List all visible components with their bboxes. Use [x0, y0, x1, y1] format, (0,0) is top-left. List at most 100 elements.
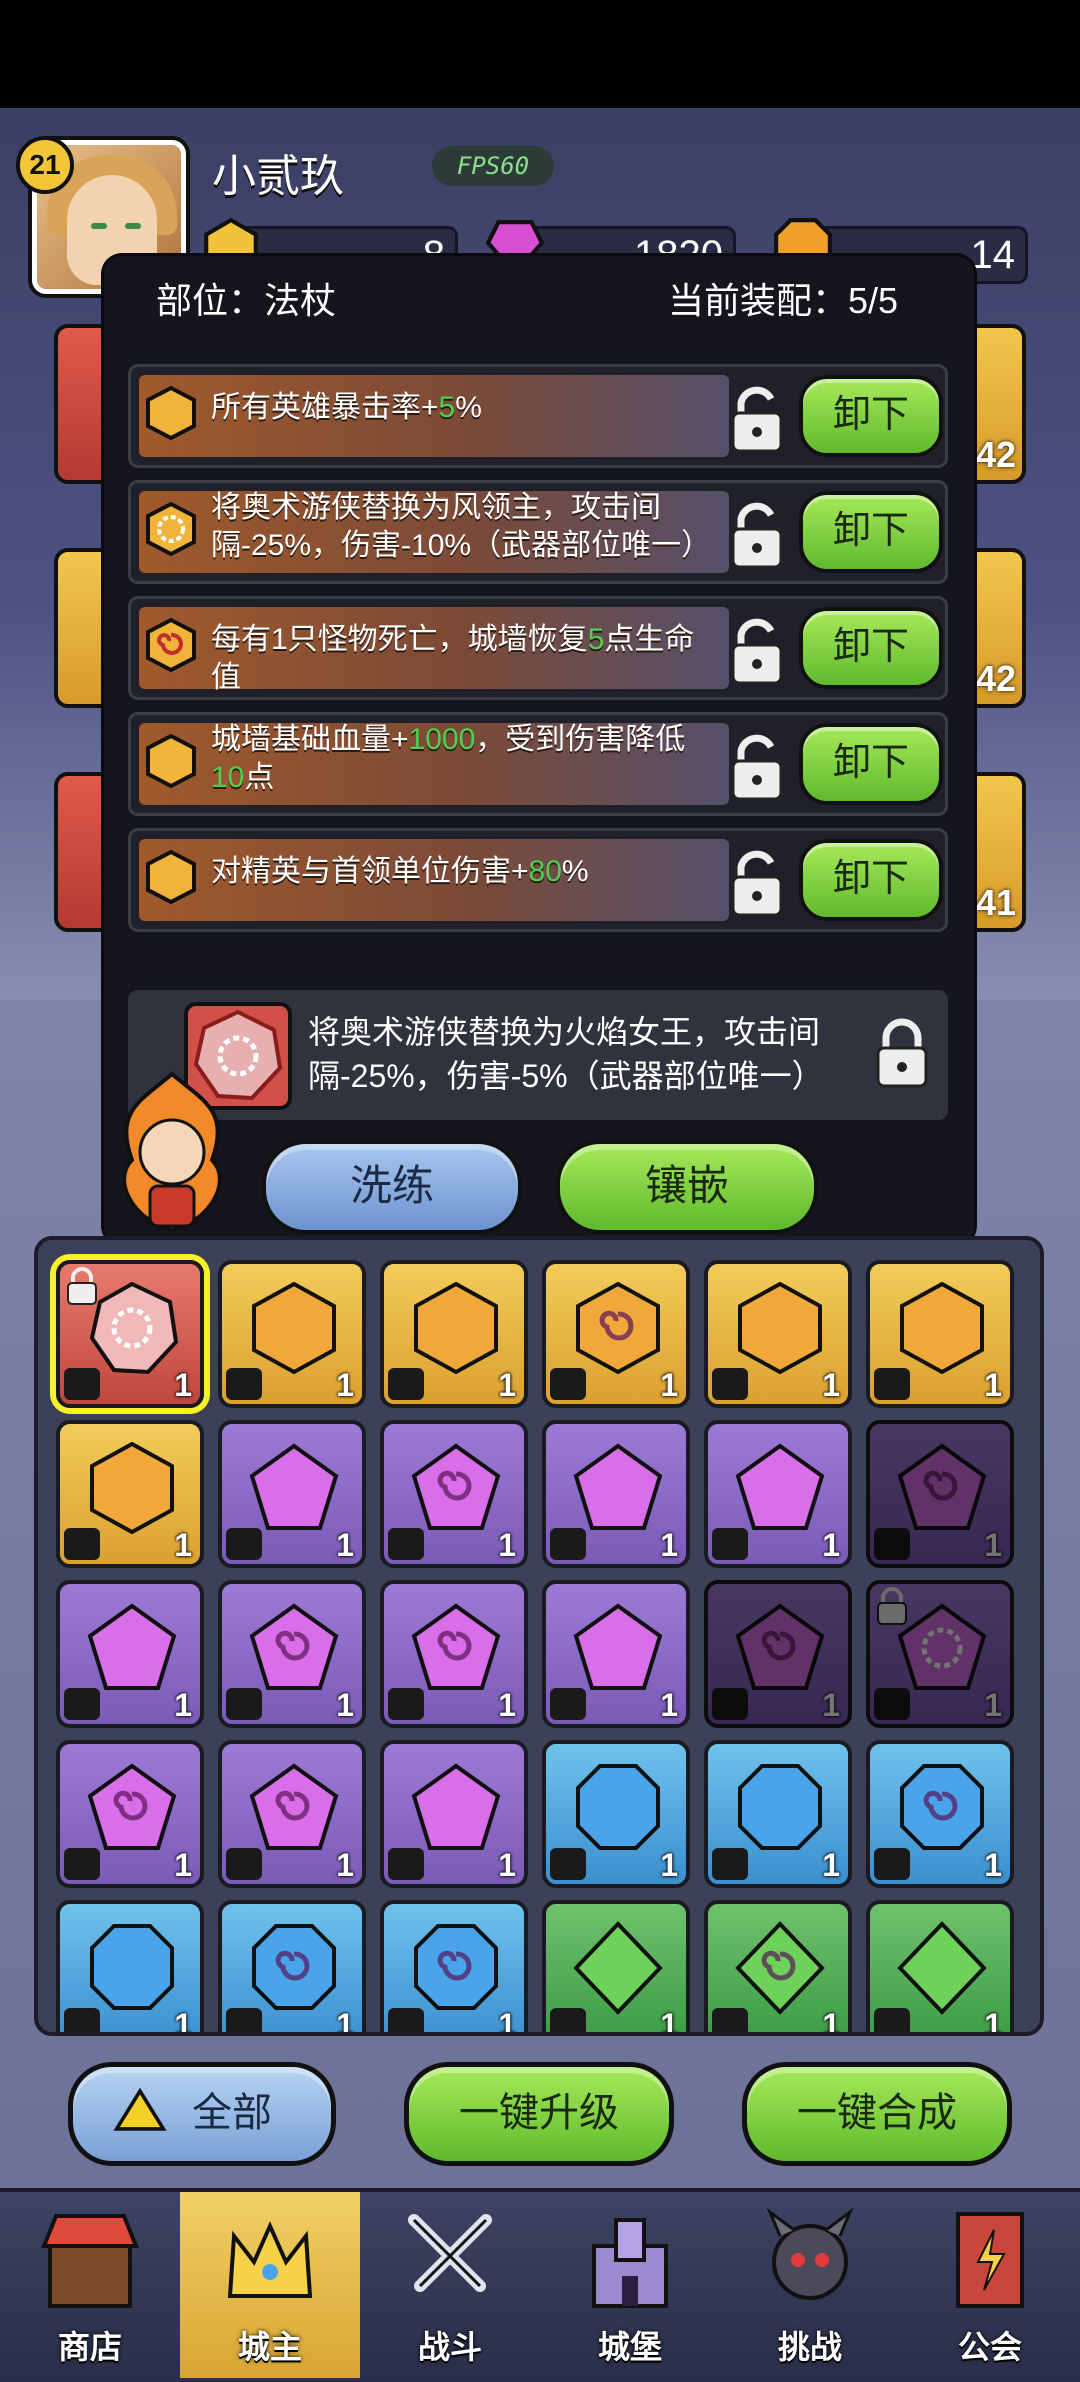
castle-icon — [592, 2218, 668, 2308]
nav-item-shop[interactable]: 商店 — [0, 2192, 180, 2378]
equipment-type-icon — [388, 1528, 424, 1560]
lock-icon — [877, 1587, 907, 1625]
gem-icon — [900, 1281, 984, 1375]
inventory-gem-cell[interactable]: 1 — [542, 1580, 690, 1728]
inventory-gem-cell[interactable]: 1 — [704, 1580, 852, 1728]
inventory-gem-cell[interactable]: 1 — [380, 1900, 528, 2032]
equipment-type-icon — [64, 1528, 100, 1560]
gem-icon — [738, 1764, 822, 1850]
inventory-gem-cell[interactable]: 1 — [56, 1900, 204, 2036]
affix-text: 对精英与首领单位伤害+80% — [211, 855, 589, 888]
equipment-type-icon — [874, 1848, 910, 1880]
nav-item-swords[interactable]: 战斗 — [360, 2192, 540, 2378]
unlock-icon[interactable] — [725, 499, 789, 571]
unlock-icon[interactable] — [725, 731, 789, 803]
inventory-gem-cell[interactable]: 1 — [56, 1420, 204, 1568]
unload-button[interactable]: 卸下 — [799, 723, 943, 805]
lock-icon[interactable] — [870, 1018, 934, 1090]
affix-row: 所有英雄暴击率+5% 卸下 — [128, 364, 948, 468]
reroll-button[interactable]: 洗练 — [262, 1140, 522, 1234]
inventory-gem-cell[interactable]: 1 — [218, 1580, 366, 1728]
unload-button[interactable]: 卸下 — [799, 491, 943, 573]
inventory-gem-cell[interactable]: 1 — [866, 1900, 1014, 2032]
nav-item-crown[interactable]: 城主 — [180, 2192, 360, 2378]
inlay-button[interactable]: 镶嵌 — [556, 1140, 818, 1234]
upgrade-all-button[interactable]: 一键升级 — [404, 2062, 674, 2166]
equipment-type-icon — [550, 1368, 586, 1400]
affix-text: 所有英雄暴击率+5% — [211, 391, 482, 424]
equipment-type-icon — [874, 2008, 910, 2032]
gem-count: 1 — [174, 2007, 192, 2036]
lock-icon — [67, 1267, 97, 1305]
inventory-gem-cell[interactable]: 1 — [380, 1420, 528, 1568]
demon-icon — [766, 2207, 854, 2300]
unload-button[interactable]: 卸下 — [799, 607, 943, 689]
inventory-gem-cell[interactable]: 1 — [866, 1740, 1014, 1888]
unload-button[interactable]: 卸下 — [799, 839, 943, 921]
gem-icon — [735, 1443, 825, 1530]
equipment-type-icon — [64, 1688, 100, 1720]
equipment-type-icon — [64, 2008, 100, 2032]
gem-count: 1 — [336, 1687, 354, 1723]
gem-icon — [87, 1763, 177, 1850]
merge-all-button[interactable]: 一键合成 — [742, 2062, 1012, 2166]
affix-gem-icon — [146, 501, 196, 557]
inventory-gem-cell[interactable]: 1 — [380, 1740, 528, 1888]
slot-level: 42 — [975, 658, 1016, 699]
inventory-gem-cell[interactable]: 1 — [542, 1900, 690, 2032]
inventory-gem-cell[interactable]: 1 — [704, 1420, 852, 1568]
equipment-type-icon — [550, 1688, 586, 1720]
inventory-gem-cell[interactable]: 1 — [218, 1900, 366, 2032]
inventory-gem-cell[interactable]: 1 — [218, 1260, 366, 1408]
inventory-gem-cell[interactable]: 1 — [866, 1420, 1014, 1568]
crown-icon — [227, 2221, 313, 2298]
gem-icon — [90, 1924, 174, 2010]
gem-inventory-grid[interactable]: 1 1 1 1 1 1 1 1 1 1 1 1 1 1 1 1 1 1 1 1 1 1 1 1 1 1 1 1 1 1 — [34, 1236, 1044, 2036]
player-name: 小贰玖 — [212, 152, 344, 201]
inventory-gem-cell[interactable]: 1 — [380, 1260, 528, 1408]
inventory-gem-cell[interactable]: 1 — [380, 1580, 528, 1728]
inventory-gem-cell[interactable]: 1 — [866, 1580, 1014, 1728]
equipment-type-icon — [226, 1688, 262, 1720]
inventory-gem-cell[interactable]: 1 — [704, 1740, 852, 1888]
affix-text: 城墙基础血量+1000，受到伤害降低10点 — [211, 723, 686, 794]
nav-item-castle[interactable]: 城堡 — [540, 2192, 720, 2378]
gem-icon — [900, 1764, 984, 1850]
affix-row: 每有1只怪物死亡，城墙恢复5点生命值 卸下 — [128, 596, 948, 700]
inventory-gem-cell[interactable]: 1 — [866, 1260, 1014, 1408]
inventory-gem-cell[interactable]: 1 — [218, 1740, 366, 1888]
unlock-icon[interactable] — [725, 847, 789, 919]
nav-item-demon[interactable]: 挑战 — [720, 2192, 900, 2378]
gem-count: 1 — [660, 1847, 678, 1883]
gem-count: 1 — [498, 1847, 516, 1883]
gem-icon — [576, 1764, 660, 1850]
filter-all-button[interactable]: 全部 — [68, 2062, 336, 2166]
unlock-icon[interactable] — [725, 383, 789, 455]
inventory-gem-cell[interactable]: 1 — [704, 1900, 852, 2032]
inventory-gem-cell[interactable]: 1 — [56, 1260, 204, 1408]
nav-item-guild-banner[interactable]: 公会 — [900, 2192, 1080, 2378]
unlock-icon[interactable] — [725, 615, 789, 687]
gem-count: 1 — [984, 1847, 1002, 1883]
gem-count: 1 — [984, 1367, 1002, 1403]
inventory-gem-cell[interactable]: 1 — [56, 1580, 204, 1728]
gem-icon — [249, 1603, 339, 1690]
filter-all-label: 全部 — [192, 2091, 272, 2135]
affix-text: 每有1只怪物死亡，城墙恢复5点生命值 — [211, 623, 695, 694]
gem-count: 1 — [822, 1847, 840, 1883]
affix-gem-icon — [146, 849, 196, 905]
unload-button[interactable]: 卸下 — [799, 375, 943, 457]
inventory-gem-cell[interactable]: 1 — [542, 1740, 690, 1888]
inventory-gem-cell[interactable]: 1 — [704, 1260, 852, 1408]
gem-icon — [897, 1443, 987, 1530]
gem-icon — [573, 1443, 663, 1530]
nav-label: 战斗 — [417, 2329, 482, 2365]
equipment-type-icon — [388, 1848, 424, 1880]
gem-count: 1 — [336, 1847, 354, 1883]
inventory-gem-cell[interactable]: 1 — [218, 1420, 366, 1568]
gem-icon — [411, 1443, 501, 1530]
equipment-type-icon — [550, 1528, 586, 1560]
inventory-gem-cell[interactable]: 1 — [56, 1740, 204, 1888]
inventory-gem-cell[interactable]: 1 — [542, 1420, 690, 1568]
inventory-gem-cell[interactable]: 1 — [542, 1260, 690, 1408]
